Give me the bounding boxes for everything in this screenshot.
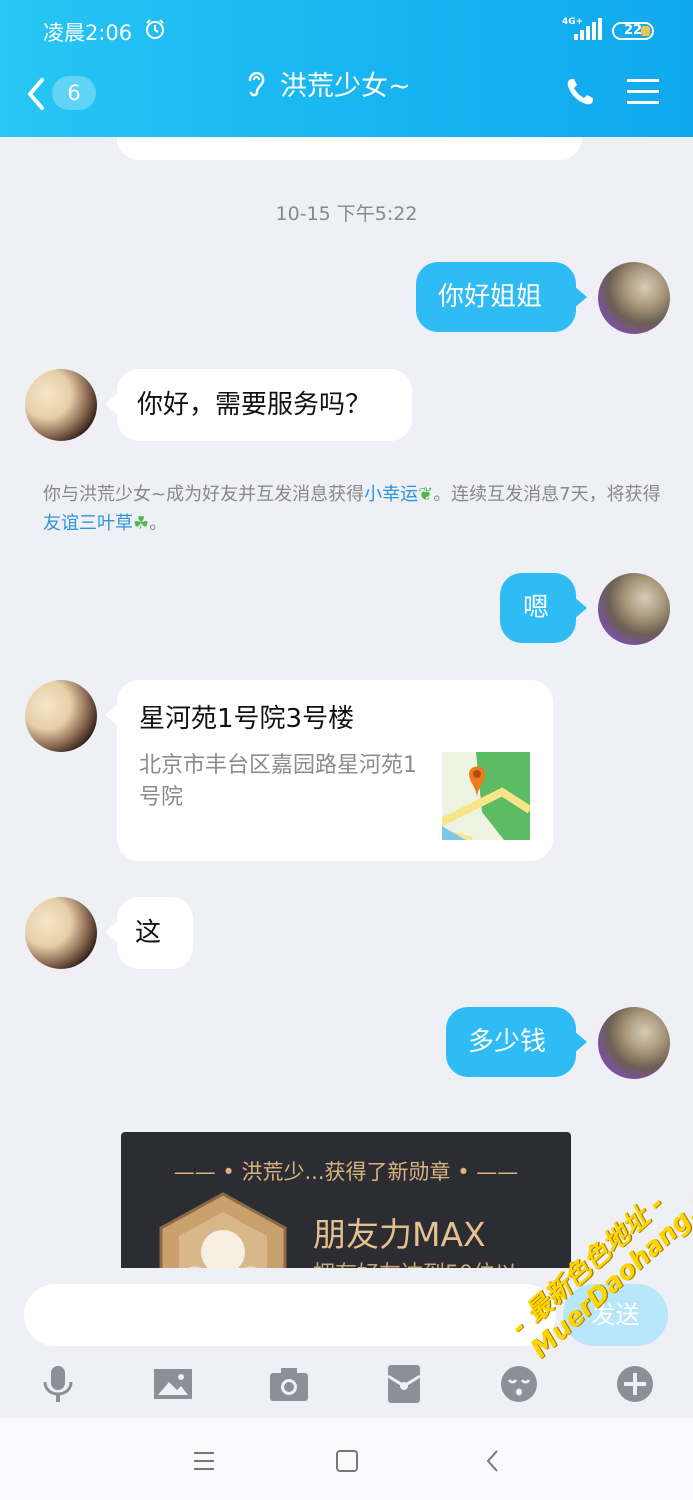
chevron-left-icon xyxy=(28,78,44,110)
contact-avatar[interactable] xyxy=(25,369,97,441)
home-icon[interactable] xyxy=(334,1448,360,1474)
message-input[interactable] xyxy=(24,1284,556,1346)
message-text: 这 xyxy=(135,918,162,948)
contact-avatar[interactable] xyxy=(25,680,97,752)
message-bubble-incoming[interactable]: 这 xyxy=(117,897,193,969)
signal-icon xyxy=(574,18,602,40)
clover-link[interactable]: 友谊三叶草 xyxy=(43,513,133,534)
battery-icon: 22 xyxy=(612,22,654,40)
message-bubble-outgoing[interactable]: 多少钱 xyxy=(446,1007,576,1077)
my-avatar[interactable] xyxy=(598,1007,670,1079)
lucky-link[interactable]: 小幸运 xyxy=(364,484,418,505)
map-thumbnail xyxy=(442,752,530,840)
alarm-icon xyxy=(146,19,164,39)
message-text: 你好姐姐 xyxy=(438,282,543,312)
my-avatar[interactable] xyxy=(598,573,670,645)
unread-count-badge: 6 xyxy=(52,76,96,110)
new-badge-card[interactable]: —— • 洪荒少...获得了新勋章 • —— 朋友力MAX 拥有好友达到50位以 xyxy=(121,1132,571,1282)
plus-icon[interactable] xyxy=(615,1364,655,1404)
badge-title: 朋友力MAX xyxy=(313,1215,486,1254)
message-bubble-outgoing[interactable]: 嗯 xyxy=(500,573,576,643)
message-timestamp: 10-15 下午5:22 xyxy=(275,203,418,225)
status-bar: 凌晨2:06 4G+ 22 xyxy=(0,0,693,60)
camera-icon[interactable] xyxy=(269,1364,309,1404)
map-pin-icon xyxy=(442,752,530,840)
battery-level: 22 xyxy=(623,23,643,38)
contact-avatar[interactable] xyxy=(25,897,97,969)
message-text: 嗯 xyxy=(523,593,550,623)
message-text: 你好，需要服务吗？ xyxy=(137,390,372,420)
message-bubble-outgoing[interactable]: 你好姐姐 xyxy=(416,262,576,332)
badge-card-header: —— • 洪荒少...获得了新勋章 • —— xyxy=(173,1160,519,1184)
chat-header: 凌晨2:06 4G+ 22 6 洪荒少女~ xyxy=(0,0,693,137)
message-text: 多少钱 xyxy=(468,1027,547,1057)
menu-icon[interactable] xyxy=(627,78,659,106)
back-nav-icon[interactable] xyxy=(480,1448,506,1474)
red-packet-icon[interactable] xyxy=(384,1364,424,1404)
status-time: 凌晨2:06 xyxy=(43,21,133,45)
location-title: 星河苑1号院3号楼 xyxy=(139,704,355,734)
system-notice: 你与洪荒少女~成为好友并互发消息获得小幸运❦。连续互发消息7天，将获得友谊三叶草… xyxy=(43,484,661,534)
back-button[interactable]: 6 xyxy=(24,72,104,116)
location-card[interactable]: 星河苑1号院3号楼 北京市丰台区嘉园路星河苑1号院 xyxy=(117,680,553,861)
mic-icon[interactable] xyxy=(38,1364,78,1404)
my-avatar[interactable] xyxy=(598,262,670,334)
system-nav-bar xyxy=(0,1418,693,1500)
message-bubble-incoming[interactable]: 你好，需要服务吗？ xyxy=(117,369,412,441)
phone-icon[interactable] xyxy=(564,76,596,108)
ear-icon xyxy=(248,71,265,97)
contact-name: 洪荒少女~ xyxy=(280,71,411,102)
sprout-icon: ❦ xyxy=(418,484,434,505)
location-address: 北京市丰台区嘉园路星河苑1号院 xyxy=(139,753,417,810)
clover-icon: ☘ xyxy=(133,513,150,534)
image-icon[interactable] xyxy=(153,1364,193,1404)
recent-apps-icon[interactable] xyxy=(192,1448,218,1474)
emoji-icon[interactable] xyxy=(499,1364,539,1404)
